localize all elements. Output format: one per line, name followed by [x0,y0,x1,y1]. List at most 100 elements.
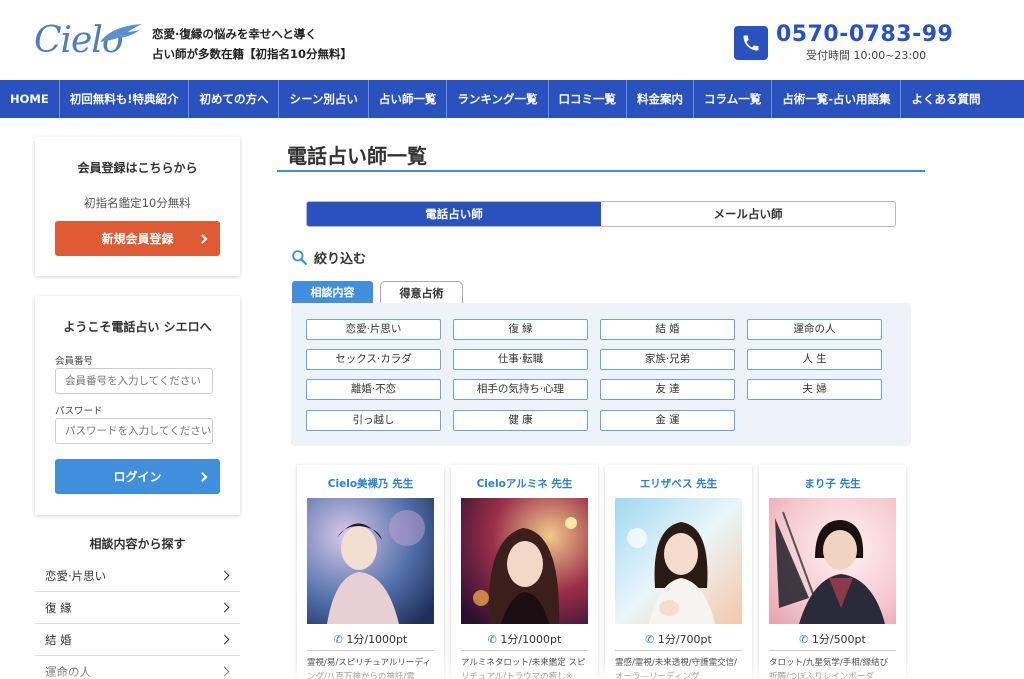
login-title: ようこそ電話占い シエロへ [63,320,212,334]
nav-item-glossary[interactable]: 占術一覧-占い用語集 [772,80,902,118]
member-number-input[interactable]: 会員番号を入力してください [55,368,213,394]
chevron-right-icon [197,233,208,244]
nav-item-first-time[interactable]: 初めての方へ [189,80,280,118]
phone-number[interactable]: 0570-0783-99 [776,22,953,47]
fortune-teller-card[interactable]: エリザベス 先生 ✆ 1分/700pt 霊感/霊視/未来透視/守護霊交信/オーラ… [605,465,752,679]
register-button[interactable]: 新規会員登録 [55,221,220,256]
site-logo[interactable]: Cielo [34,16,144,64]
filter-tag[interactable]: 家族·兄弟 [600,349,735,370]
phone-teller-tab[interactable]: 電話占い師 [307,202,601,226]
phone-icon: ✆ [333,633,343,646]
search-icon [292,250,307,265]
filter-tag[interactable]: 離婚·不恋 [306,379,441,400]
nav-item-faq[interactable]: よくある質問 [901,80,990,118]
chevron-right-icon [197,471,208,482]
filter-tag[interactable]: 引っ越し [306,410,441,431]
filter-tag[interactable]: 相手の気持ち·心理 [453,379,588,400]
phone-icon: ✆ [487,633,497,646]
fortune-teller-name[interactable]: まり子 先生 [759,476,906,491]
tagline-line2: 占い師が多数在籍【初指名10分無料】 [152,47,353,61]
tagline-line1: 恋愛·復縁の悩みを幸せへと導く [152,27,317,41]
fortune-teller-price: ✆ 1分/1000pt [297,631,444,647]
fortune-teller-specialties: 霊視/易/スピリチュアルリーディング/八百万神からの神託/霊 [307,658,431,679]
category-label: 結 婚 [45,633,72,647]
chevron-right-icon [219,634,230,645]
category-section-title: 相談内容から探す [89,537,186,551]
filter-tab-technique[interactable]: 得意占術 [380,281,463,303]
fortune-teller-price: ✆ 1分/500pt [759,631,906,647]
phone-icon[interactable] [734,26,768,60]
fortune-teller-photo[interactable] [307,498,434,624]
chevron-right-icon [219,570,230,581]
main-nav: HOME 初回無料も!特典紹介 初めての方へ シーン別占い 占い師一覧 ランキン… [0,80,1024,118]
fortune-teller-name[interactable]: Cieloアルミネ 先生 [451,476,598,491]
filter-tag[interactable]: 結 婚 [600,319,735,340]
filter-tag[interactable]: 恋愛·片思い [306,319,441,340]
nav-item-benefits[interactable]: 初回無料も!特典紹介 [60,80,190,118]
category-item-destiny[interactable]: 運命の人 [35,656,240,679]
filter-title: 絞り込む [314,252,367,267]
password-label: パスワード [55,406,103,417]
fortune-teller-price: ✆ 1分/700pt [605,631,752,647]
category-item-marriage[interactable]: 結 婚 [35,624,240,656]
login-button[interactable]: ログイン [55,459,220,494]
register-button-label: 新規会員登録 [101,232,174,246]
divider [615,650,742,651]
fortune-teller-price: ✆ 1分/1000pt [451,631,598,647]
filter-tag[interactable]: 仕事·転職 [453,349,588,370]
filter-tag[interactable]: セックス·カラダ [306,349,441,370]
fortune-teller-specialties: 霊感/霊視/未来透視/守護霊交信/オーラ―リーディング [615,658,737,679]
category-item-reunion[interactable]: 復 縁 [35,592,240,624]
price-label: 1分/1000pt [500,633,562,646]
filter-tag[interactable]: 金 運 [600,410,735,431]
category-label: 恋愛·片思い [45,569,107,583]
filter-tag[interactable]: 友 達 [600,379,735,400]
fortune-teller-photo[interactable] [769,498,896,624]
page-title: 電話占い師一覧 [287,144,427,168]
fortune-teller-photo[interactable] [461,498,588,624]
nav-item-home[interactable]: HOME [0,80,60,118]
register-subtitle: 初指名鑑定10分無料 [84,196,191,210]
member-number-label: 会員番号 [55,356,94,367]
category-label: 復 縁 [45,601,72,615]
nav-item-columns[interactable]: コラム一覧 [694,80,773,118]
register-title: 会員登録はこちらから [77,161,198,175]
filter-tag[interactable]: 健 康 [453,410,588,431]
divider [307,650,434,651]
fortune-teller-card[interactable]: Cieloアルミネ 先生 ✆ 1分/1000pt アルミネタロット/未来鑑定 ス… [451,465,598,679]
fortune-teller-name[interactable]: エリザベス 先生 [605,476,752,491]
nav-item-pricing[interactable]: 料金案内 [627,80,695,118]
nav-item-scenes[interactable]: シーン別占い [279,80,369,118]
fortune-teller-photo[interactable] [615,498,742,624]
price-label: 1分/700pt [657,633,712,646]
divider [461,650,588,651]
category-label: 運命の人 [45,665,91,679]
filter-tag[interactable]: 夫 婦 [747,379,882,400]
category-item-love[interactable]: 恋愛·片思い [35,560,240,592]
category-list: 恋愛·片思い 復 縁 結 婚 運命の人 [35,560,240,679]
fortune-teller-card[interactable]: Cielo美裸乃 先生 ✆ 1分/1000pt 霊視/易/スピリチュアルリーディ… [297,465,444,679]
filter-tab-consultation[interactable]: 相談内容 [292,281,373,303]
phone-icon: ✆ [799,633,809,646]
fortune-teller-specialties: アルミネタロット/未来鑑定 スピリチュアル/トラウマの癒し※ [461,658,586,679]
register-card: 会員登録はこちらから 初指名鑑定10分無料 新規会員登録 [35,137,240,276]
filter-panel: 恋愛·片思い 復 縁 結 婚 運命の人 セックス·カラダ 仕事·転職 家族·兄弟… [291,303,911,446]
fortune-teller-card[interactable]: まり子 先生 ✆ 1分/500pt タロット/九星気学/手相/縁結び祈願/つぼふ… [759,465,906,679]
filter-tag[interactable]: 復 縁 [453,319,588,340]
nav-item-fortune-tellers[interactable]: 占い師一覧 [369,80,448,118]
password-input[interactable]: パスワードを入力してください [55,418,213,444]
phone-hours: 受付時間 10:00~23:00 [806,49,927,62]
wing-icon [100,24,142,42]
site-header: Cielo 恋愛·復縁の悩みを幸せへと導く 占い師が多数在籍【初指名10分無料】… [0,0,1024,80]
filter-heading: 絞り込む [291,248,366,267]
filter-tag[interactable]: 運命の人 [747,319,882,340]
price-label: 1分/1000pt [346,633,408,646]
mail-teller-tab[interactable]: メール占い師 [601,202,895,226]
fortune-teller-name[interactable]: Cielo美裸乃 先生 [297,476,444,491]
phone-icon: ✆ [645,633,655,646]
nav-item-ranking[interactable]: ランキング一覧 [447,80,549,118]
teller-type-toggle: 電話占い師 メール占い師 [306,201,896,227]
nav-item-reviews[interactable]: 口コミ一覧 [549,80,628,118]
filter-tag[interactable]: 人 生 [747,349,882,370]
tagline: 恋愛·復縁の悩みを幸せへと導く 占い師が多数在籍【初指名10分無料】 [152,24,352,64]
